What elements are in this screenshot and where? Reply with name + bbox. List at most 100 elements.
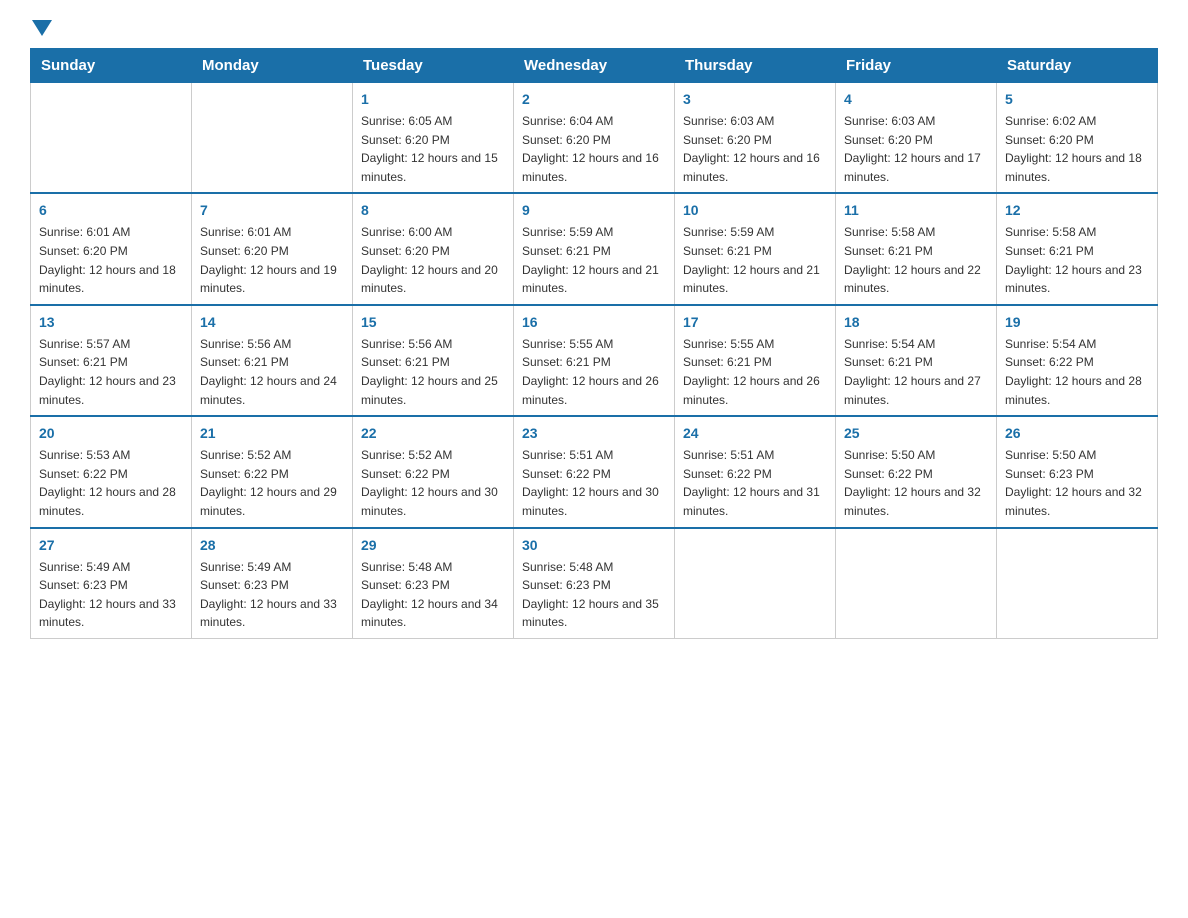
day-number: 9 [522, 200, 666, 221]
day-info: Sunrise: 5:59 AMSunset: 6:21 PMDaylight:… [522, 223, 666, 297]
day-info: Sunrise: 6:02 AMSunset: 6:20 PMDaylight:… [1005, 112, 1149, 186]
day-number: 16 [522, 312, 666, 333]
day-number: 12 [1005, 200, 1149, 221]
day-info: Sunrise: 6:00 AMSunset: 6:20 PMDaylight:… [361, 223, 505, 297]
day-info: Sunrise: 5:55 AMSunset: 6:21 PMDaylight:… [522, 335, 666, 409]
day-info: Sunrise: 5:53 AMSunset: 6:22 PMDaylight:… [39, 446, 183, 520]
day-info: Sunrise: 5:51 AMSunset: 6:22 PMDaylight:… [683, 446, 827, 520]
day-number: 21 [200, 423, 344, 444]
calendar-day-23: 23Sunrise: 5:51 AMSunset: 6:22 PMDayligh… [514, 416, 675, 527]
calendar-day-10: 10Sunrise: 5:59 AMSunset: 6:21 PMDayligh… [675, 193, 836, 304]
day-number: 10 [683, 200, 827, 221]
day-info: Sunrise: 5:54 AMSunset: 6:22 PMDaylight:… [1005, 335, 1149, 409]
day-info: Sunrise: 6:04 AMSunset: 6:20 PMDaylight:… [522, 112, 666, 186]
day-info: Sunrise: 6:01 AMSunset: 6:20 PMDaylight:… [200, 223, 344, 297]
calendar-day-8: 8Sunrise: 6:00 AMSunset: 6:20 PMDaylight… [353, 193, 514, 304]
calendar-day-12: 12Sunrise: 5:58 AMSunset: 6:21 PMDayligh… [997, 193, 1158, 304]
day-number: 8 [361, 200, 505, 221]
day-number: 11 [844, 200, 988, 221]
day-info: Sunrise: 5:50 AMSunset: 6:23 PMDaylight:… [1005, 446, 1149, 520]
day-info: Sunrise: 6:05 AMSunset: 6:20 PMDaylight:… [361, 112, 505, 186]
day-info: Sunrise: 5:50 AMSunset: 6:22 PMDaylight:… [844, 446, 988, 520]
day-number: 22 [361, 423, 505, 444]
calendar-week-row: 20Sunrise: 5:53 AMSunset: 6:22 PMDayligh… [31, 416, 1158, 527]
day-number: 19 [1005, 312, 1149, 333]
day-number: 3 [683, 89, 827, 110]
day-number: 25 [844, 423, 988, 444]
calendar-empty-cell [836, 528, 997, 639]
day-number: 18 [844, 312, 988, 333]
day-number: 5 [1005, 89, 1149, 110]
day-number: 1 [361, 89, 505, 110]
weekday-header-saturday: Saturday [997, 49, 1158, 83]
calendar-day-24: 24Sunrise: 5:51 AMSunset: 6:22 PMDayligh… [675, 416, 836, 527]
calendar-empty-cell [31, 83, 192, 194]
calendar-empty-cell [675, 528, 836, 639]
calendar-day-16: 16Sunrise: 5:55 AMSunset: 6:21 PMDayligh… [514, 305, 675, 416]
calendar-day-4: 4Sunrise: 6:03 AMSunset: 6:20 PMDaylight… [836, 83, 997, 194]
page-header [30, 20, 1158, 38]
calendar-day-19: 19Sunrise: 5:54 AMSunset: 6:22 PMDayligh… [997, 305, 1158, 416]
day-info: Sunrise: 5:59 AMSunset: 6:21 PMDaylight:… [683, 223, 827, 297]
calendar-header-row: SundayMondayTuesdayWednesdayThursdayFrid… [31, 49, 1158, 83]
calendar-day-25: 25Sunrise: 5:50 AMSunset: 6:22 PMDayligh… [836, 416, 997, 527]
calendar-week-row: 1Sunrise: 6:05 AMSunset: 6:20 PMDaylight… [31, 83, 1158, 194]
day-info: Sunrise: 5:54 AMSunset: 6:21 PMDaylight:… [844, 335, 988, 409]
day-number: 4 [844, 89, 988, 110]
calendar-day-20: 20Sunrise: 5:53 AMSunset: 6:22 PMDayligh… [31, 416, 192, 527]
calendar-day-3: 3Sunrise: 6:03 AMSunset: 6:20 PMDaylight… [675, 83, 836, 194]
day-info: Sunrise: 5:52 AMSunset: 6:22 PMDaylight:… [361, 446, 505, 520]
weekday-header-monday: Monday [192, 49, 353, 83]
calendar-day-11: 11Sunrise: 5:58 AMSunset: 6:21 PMDayligh… [836, 193, 997, 304]
day-number: 23 [522, 423, 666, 444]
day-number: 2 [522, 89, 666, 110]
logo [30, 20, 52, 38]
day-number: 27 [39, 535, 183, 556]
day-info: Sunrise: 6:01 AMSunset: 6:20 PMDaylight:… [39, 223, 183, 297]
day-number: 7 [200, 200, 344, 221]
calendar-day-30: 30Sunrise: 5:48 AMSunset: 6:23 PMDayligh… [514, 528, 675, 639]
calendar-empty-cell [192, 83, 353, 194]
day-number: 14 [200, 312, 344, 333]
weekday-header-wednesday: Wednesday [514, 49, 675, 83]
day-number: 30 [522, 535, 666, 556]
calendar-empty-cell [997, 528, 1158, 639]
calendar-day-7: 7Sunrise: 6:01 AMSunset: 6:20 PMDaylight… [192, 193, 353, 304]
day-info: Sunrise: 5:58 AMSunset: 6:21 PMDaylight:… [844, 223, 988, 297]
calendar-day-9: 9Sunrise: 5:59 AMSunset: 6:21 PMDaylight… [514, 193, 675, 304]
calendar-day-28: 28Sunrise: 5:49 AMSunset: 6:23 PMDayligh… [192, 528, 353, 639]
day-number: 24 [683, 423, 827, 444]
day-info: Sunrise: 6:03 AMSunset: 6:20 PMDaylight:… [683, 112, 827, 186]
calendar-day-26: 26Sunrise: 5:50 AMSunset: 6:23 PMDayligh… [997, 416, 1158, 527]
calendar-week-row: 13Sunrise: 5:57 AMSunset: 6:21 PMDayligh… [31, 305, 1158, 416]
calendar-day-22: 22Sunrise: 5:52 AMSunset: 6:22 PMDayligh… [353, 416, 514, 527]
day-info: Sunrise: 5:56 AMSunset: 6:21 PMDaylight:… [200, 335, 344, 409]
day-number: 13 [39, 312, 183, 333]
calendar-day-27: 27Sunrise: 5:49 AMSunset: 6:23 PMDayligh… [31, 528, 192, 639]
calendar-day-1: 1Sunrise: 6:05 AMSunset: 6:20 PMDaylight… [353, 83, 514, 194]
calendar-day-21: 21Sunrise: 5:52 AMSunset: 6:22 PMDayligh… [192, 416, 353, 527]
logo-triangle-icon [32, 20, 52, 36]
calendar-week-row: 27Sunrise: 5:49 AMSunset: 6:23 PMDayligh… [31, 528, 1158, 639]
calendar-day-6: 6Sunrise: 6:01 AMSunset: 6:20 PMDaylight… [31, 193, 192, 304]
calendar-week-row: 6Sunrise: 6:01 AMSunset: 6:20 PMDaylight… [31, 193, 1158, 304]
day-number: 20 [39, 423, 183, 444]
calendar-table: SundayMondayTuesdayWednesdayThursdayFrid… [30, 48, 1158, 639]
day-number: 26 [1005, 423, 1149, 444]
day-info: Sunrise: 5:48 AMSunset: 6:23 PMDaylight:… [361, 558, 505, 632]
weekday-header-sunday: Sunday [31, 49, 192, 83]
weekday-header-tuesday: Tuesday [353, 49, 514, 83]
day-info: Sunrise: 5:49 AMSunset: 6:23 PMDaylight:… [200, 558, 344, 632]
day-info: Sunrise: 5:57 AMSunset: 6:21 PMDaylight:… [39, 335, 183, 409]
day-info: Sunrise: 5:51 AMSunset: 6:22 PMDaylight:… [522, 446, 666, 520]
day-info: Sunrise: 6:03 AMSunset: 6:20 PMDaylight:… [844, 112, 988, 186]
day-number: 28 [200, 535, 344, 556]
calendar-day-5: 5Sunrise: 6:02 AMSunset: 6:20 PMDaylight… [997, 83, 1158, 194]
day-number: 29 [361, 535, 505, 556]
day-number: 17 [683, 312, 827, 333]
day-info: Sunrise: 5:56 AMSunset: 6:21 PMDaylight:… [361, 335, 505, 409]
day-info: Sunrise: 5:52 AMSunset: 6:22 PMDaylight:… [200, 446, 344, 520]
day-info: Sunrise: 5:58 AMSunset: 6:21 PMDaylight:… [1005, 223, 1149, 297]
day-info: Sunrise: 5:49 AMSunset: 6:23 PMDaylight:… [39, 558, 183, 632]
weekday-header-friday: Friday [836, 49, 997, 83]
